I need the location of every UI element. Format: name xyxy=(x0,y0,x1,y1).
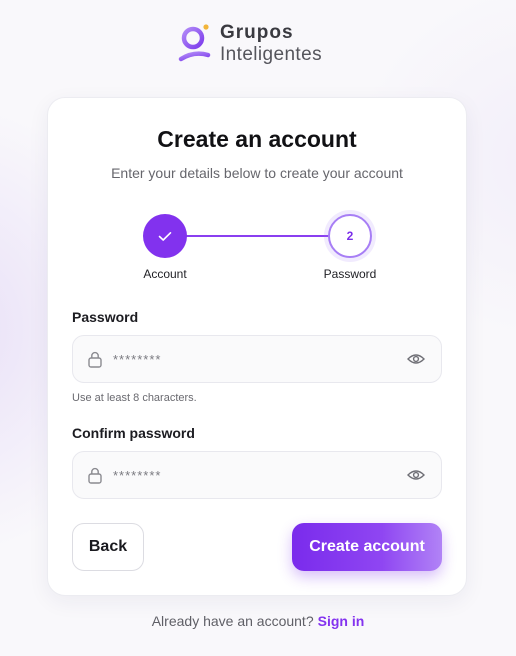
lock-icon xyxy=(88,467,102,484)
step-number: 2 xyxy=(346,229,354,243)
signin-prompt-text: Already have an account? xyxy=(151,613,314,629)
brand-name-line1: Grupos xyxy=(220,22,294,43)
step-password-label: Password xyxy=(323,267,377,281)
step-account-indicator xyxy=(143,214,187,258)
brand-logo-icon xyxy=(178,24,211,62)
brand-logo: Grupos Inteligentes xyxy=(178,20,348,68)
confirm-password-field xyxy=(72,451,442,499)
lock-icon xyxy=(88,351,102,368)
eye-icon[interactable] xyxy=(407,468,425,482)
password-field xyxy=(72,335,442,383)
step-account-label: Account xyxy=(143,267,187,281)
signup-card: Create an account Enter your details bel… xyxy=(47,97,467,596)
confirm-password-label: Confirm password xyxy=(72,425,195,441)
eye-icon[interactable] xyxy=(407,352,425,366)
password-hint: Use at least 8 characters. xyxy=(72,392,197,404)
confirm-password-input[interactable] xyxy=(113,452,393,498)
sign-in-link[interactable]: Sign in xyxy=(318,613,365,629)
back-button[interactable]: Back xyxy=(72,523,144,571)
password-input[interactable] xyxy=(113,336,393,382)
password-label: Password xyxy=(72,309,139,325)
brand-name-line2: Inteligentes xyxy=(220,44,322,65)
page-subtitle: Enter your details below to create your … xyxy=(111,165,403,181)
check-icon xyxy=(158,231,172,241)
stepper-connector xyxy=(165,235,350,237)
step-password-indicator: 2 xyxy=(328,214,372,258)
signin-prompt: Already have an account? Sign in xyxy=(0,613,516,629)
page-title: Create an account xyxy=(157,126,357,152)
create-account-button[interactable]: Create account xyxy=(292,523,442,571)
progress-stepper: 2 Account Password xyxy=(48,213,466,283)
